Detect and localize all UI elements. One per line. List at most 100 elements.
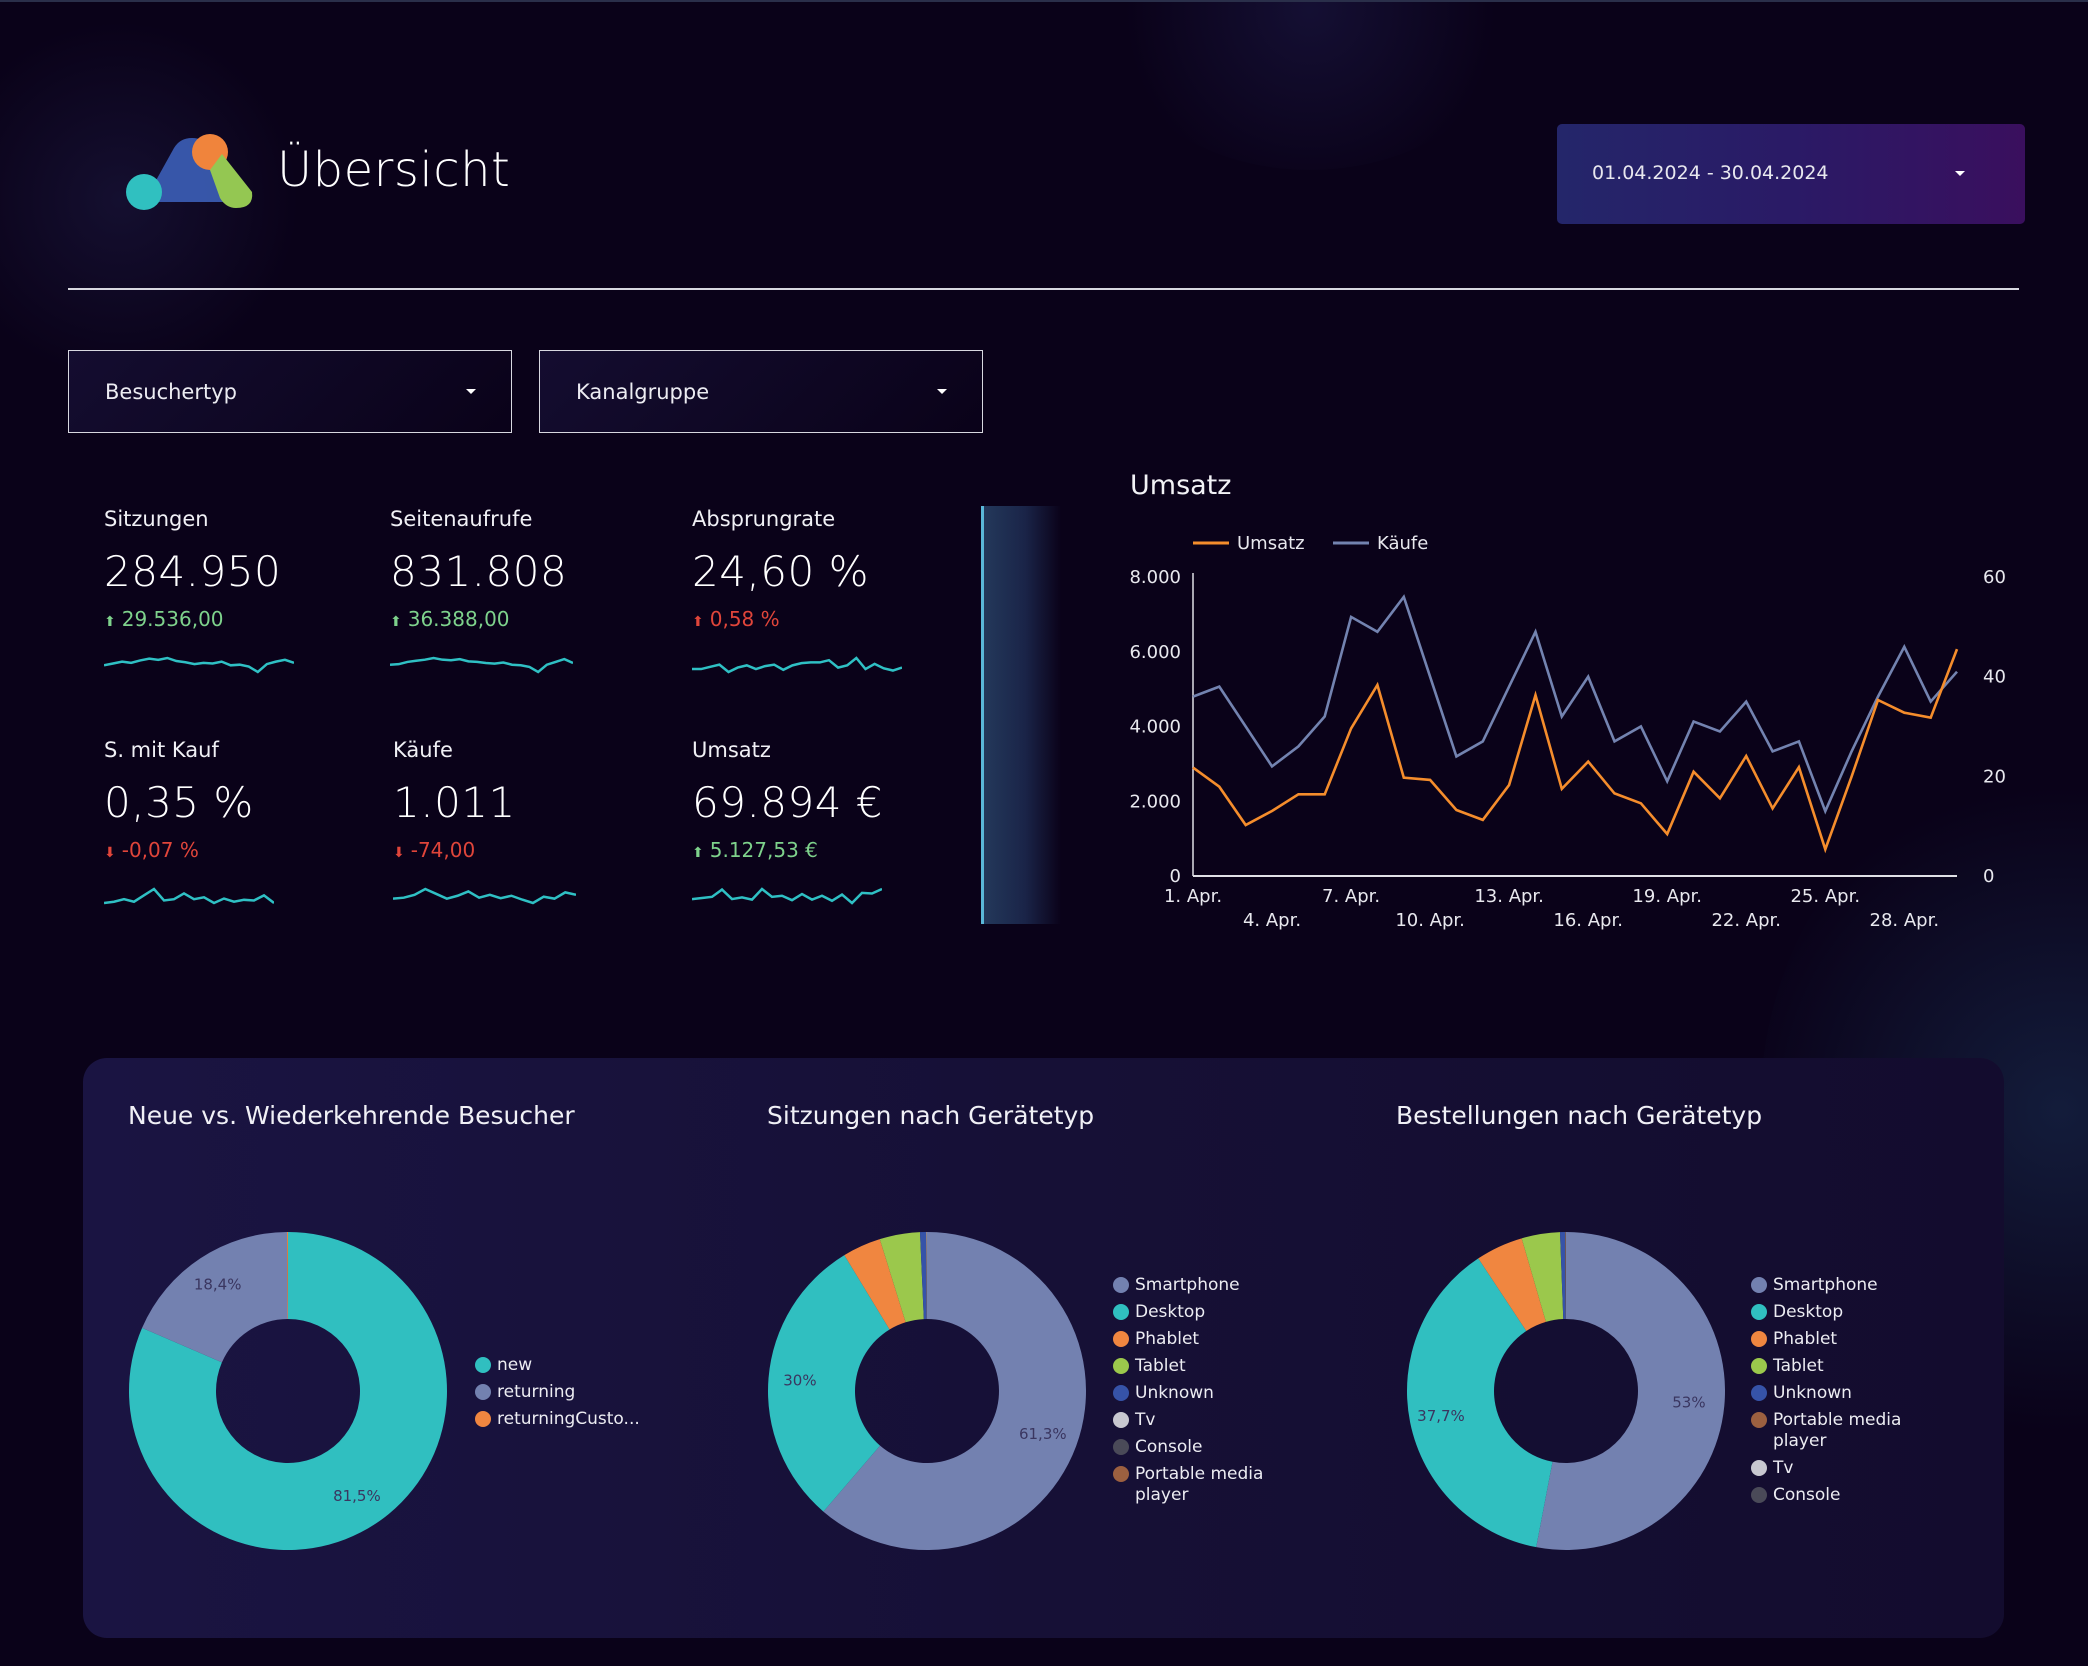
legend-item-new[interactable]: new bbox=[475, 1355, 655, 1376]
donut-slice-label: 30% bbox=[783, 1372, 816, 1390]
legend-label: Console bbox=[1773, 1485, 1841, 1505]
kpi-sparkline bbox=[393, 887, 576, 905]
legend-label: Unknown bbox=[1773, 1383, 1852, 1403]
x-tick-label: 19. Apr. bbox=[1632, 886, 1702, 907]
separator-edge bbox=[981, 506, 984, 924]
kpi-sparkline bbox=[104, 656, 294, 674]
y-right-tick-label: 40 bbox=[1983, 667, 2006, 688]
chevron-down-icon bbox=[937, 389, 947, 394]
filter-besuchertyp[interactable]: Besuchertyp bbox=[68, 350, 512, 433]
sparkline-path bbox=[104, 656, 294, 674]
kpi-label: Käufe bbox=[393, 738, 453, 762]
donut-title: Sitzungen nach Gerätetyp bbox=[767, 1101, 1095, 1130]
legend-label: returning bbox=[497, 1382, 576, 1402]
separator-bar bbox=[981, 506, 1061, 924]
legend-item-phablet[interactable]: Phablet bbox=[1113, 1329, 1293, 1350]
legend-item-smartphone[interactable]: Smartphone bbox=[1113, 1275, 1293, 1296]
y-right-tick-label: 20 bbox=[1983, 766, 2006, 787]
kpi-value: 69.894 € bbox=[692, 778, 884, 827]
legend-item-portable-media-player[interactable]: Portable media player bbox=[1113, 1464, 1293, 1506]
legend-item-tablet[interactable]: Tablet bbox=[1751, 1356, 1931, 1377]
date-range-picker[interactable]: 01.04.2024 - 30.04.2024 bbox=[1557, 124, 2025, 224]
donut-title: Neue vs. Wiederkehrende Besucher bbox=[128, 1101, 575, 1130]
filter-label: Kanalgruppe bbox=[576, 380, 710, 404]
donut-block-orders: Bestellungen nach Gerätetyp 53% 37,7% Sma… bbox=[1363, 1058, 2003, 1638]
sparkline-path bbox=[393, 887, 576, 905]
series-line-umsatz bbox=[1192, 648, 1959, 854]
legend-label: Tv bbox=[1135, 1410, 1156, 1430]
legend-label: Desktop bbox=[1773, 1302, 1844, 1322]
arrow-up-icon: ⬆ bbox=[104, 614, 116, 630]
legend-item-returningcusto-[interactable]: returningCusto... bbox=[475, 1409, 655, 1430]
donut-slice-label: 61,3% bbox=[1019, 1425, 1067, 1443]
y-left-tick-label: 2.000 bbox=[1129, 791, 1181, 812]
kpi-delta-value: -74,00 bbox=[410, 838, 476, 862]
kpi-delta: ⬆ 5.127,53 € bbox=[692, 838, 818, 862]
legend-label: Portable media player bbox=[1135, 1464, 1264, 1505]
kpi-label: S. mit Kauf bbox=[104, 738, 219, 762]
legend-item-console[interactable]: Console bbox=[1751, 1485, 1931, 1506]
legend-dot-icon bbox=[1751, 1358, 1767, 1374]
legend-item-returning[interactable]: returning bbox=[475, 1382, 655, 1403]
top-border bbox=[0, 0, 2088, 2]
kpi-delta-value: -0,07 % bbox=[121, 838, 199, 862]
donut-slice-label: 81,5% bbox=[333, 1487, 381, 1505]
legend-label: new bbox=[497, 1355, 533, 1375]
legend-dot-icon bbox=[1113, 1304, 1129, 1320]
device-breakdown-panel: Neue vs. Wiederkehrende Besucher 81,5% 18… bbox=[83, 1058, 2004, 1638]
donut-slice-label: 18,4% bbox=[194, 1276, 242, 1294]
umsatz-line-chart: Umsatz Käufe 0 2.000 4.000 6.000 8.000 0 20 40 60 1… bbox=[1129, 533, 2006, 931]
legend-label: Käufe bbox=[1377, 533, 1428, 554]
legend-label: Portable media player bbox=[1773, 1410, 1902, 1451]
kpi-5: Umsatz 69.894 € ⬆ 5.127,53 € bbox=[692, 738, 932, 938]
legend-label: Phablet bbox=[1135, 1329, 1200, 1349]
kpi-sparkline bbox=[390, 656, 573, 674]
x-tick-label: 25. Apr. bbox=[1790, 886, 1860, 907]
legend-dot-icon bbox=[475, 1384, 491, 1400]
legend-item-phablet[interactable]: Phablet bbox=[1751, 1329, 1931, 1350]
donut-chart-sessions: 61,3% 30% bbox=[768, 1232, 1086, 1550]
date-range-value: 01.04.2024 - 30.04.2024 bbox=[1592, 162, 1829, 184]
kpi-label: Absprungrate bbox=[692, 507, 836, 531]
chevron-down-icon bbox=[1955, 171, 1965, 176]
legend-item-unknown[interactable]: Unknown bbox=[1113, 1383, 1293, 1404]
donut-slice-label: 53% bbox=[1672, 1394, 1705, 1412]
legend-item-tablet[interactable]: Tablet bbox=[1113, 1356, 1293, 1377]
donut-legend: Smartphone Desktop Phablet Tablet Unknown Por… bbox=[1751, 1275, 1931, 1512]
donut-slice-label: 37,7% bbox=[1417, 1407, 1465, 1425]
filter-kanalgruppe[interactable]: Kanalgruppe bbox=[539, 350, 983, 433]
y-left-tick-label: 6.000 bbox=[1129, 642, 1181, 663]
kpi-value: 1.011 bbox=[393, 778, 516, 827]
legend-dot-icon bbox=[1751, 1304, 1767, 1320]
kpi-0: Sitzungen 284.950 ⬆ 29.536,00 bbox=[104, 507, 344, 707]
sparkline-path bbox=[692, 656, 902, 674]
kpi-3: S. mit Kauf 0,35 % ⬇ -0,07 % bbox=[104, 738, 344, 938]
sparkline-path bbox=[692, 887, 882, 905]
arrow-down-icon: ⬇ bbox=[393, 845, 405, 861]
legend-item-tv[interactable]: Tv bbox=[1751, 1458, 1931, 1479]
legend-dot-icon bbox=[475, 1357, 491, 1373]
legend-item-desktop[interactable]: Desktop bbox=[1751, 1302, 1931, 1323]
legend-item-console[interactable]: Console bbox=[1113, 1437, 1293, 1458]
kpi-delta: ⬇ -0,07 % bbox=[104, 838, 199, 862]
logo-icon bbox=[126, 134, 253, 210]
sparkline-path bbox=[390, 656, 573, 674]
legend-dot-icon bbox=[1113, 1358, 1129, 1374]
legend-dot-icon bbox=[1751, 1487, 1767, 1503]
filter-label: Besuchertyp bbox=[105, 380, 237, 404]
legend-item-tv[interactable]: Tv bbox=[1113, 1410, 1293, 1431]
legend-label: Tablet bbox=[1135, 1356, 1186, 1376]
legend-item-desktop[interactable]: Desktop bbox=[1113, 1302, 1293, 1323]
legend-label: Tablet bbox=[1773, 1356, 1824, 1376]
kpi-2: Absprungrate 24,60 % ⬆ 0,58 % bbox=[692, 507, 932, 707]
legend-dot-icon bbox=[1113, 1331, 1129, 1347]
legend-dot-icon bbox=[475, 1411, 491, 1427]
x-tick-label: 1. Apr. bbox=[1164, 886, 1222, 907]
legend-item-portable-media-player[interactable]: Portable media player bbox=[1751, 1410, 1931, 1452]
legend-label: Phablet bbox=[1773, 1329, 1838, 1349]
legend-label: Console bbox=[1135, 1437, 1203, 1457]
kpi-label: Seitenaufrufe bbox=[390, 507, 533, 531]
legend-label: Umsatz bbox=[1237, 533, 1305, 554]
legend-item-smartphone[interactable]: Smartphone bbox=[1751, 1275, 1931, 1296]
legend-item-unknown[interactable]: Unknown bbox=[1751, 1383, 1931, 1404]
